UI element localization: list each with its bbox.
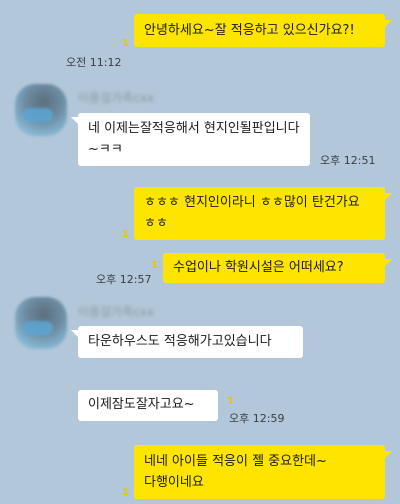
avatar[interactable] (15, 297, 67, 349)
message-bubble-mine[interactable]: 네네 아이들 적응이 젤 중요한데~다행이네요 (134, 445, 385, 499)
sender-name: 이용걸가족cxx (78, 91, 155, 105)
unread-count: 1 (122, 38, 129, 49)
message-time: 오후 12:57 (96, 273, 152, 286)
message-time: 오전 11:12 (66, 56, 122, 69)
message-bubble-theirs[interactable]: 네 이제는잘적응해서 현지인될판입니다~ㅋㅋ (78, 113, 310, 166)
bubble-tail (385, 193, 392, 200)
unread-count: 1 (227, 396, 234, 407)
bubble-tail (385, 451, 392, 458)
message-bubble-theirs[interactable]: 이제잠도잘자고요~ (78, 390, 218, 421)
unread-count: 1 (122, 487, 129, 498)
message-time: 오후 12:59 (229, 412, 285, 425)
message-bubble-theirs[interactable]: 타운하우스도 적응해가고있습니다 (78, 326, 303, 358)
bubble-tail (71, 330, 78, 337)
message-bubble-mine[interactable]: ㅎㅎㅎ 현지인이라니 ㅎㅎ많이 탄건가요 ㅎㅎ (134, 187, 385, 240)
bubble-tail (385, 20, 392, 27)
message-bubble-mine[interactable]: 안녕하세요~잘 적응하고 있으신가요?! (134, 14, 385, 47)
unread-count: 1 (151, 260, 158, 271)
unread-count: 1 (122, 229, 129, 240)
bubble-tail (385, 259, 392, 266)
avatar[interactable] (15, 84, 67, 136)
bubble-tail (71, 117, 78, 124)
sender-name: 이용걸가족cxx (78, 305, 155, 319)
message-time: 오후 12:51 (320, 154, 376, 167)
message-bubble-mine[interactable]: 수업이나 학원시설은 어떠세요? (163, 253, 385, 283)
